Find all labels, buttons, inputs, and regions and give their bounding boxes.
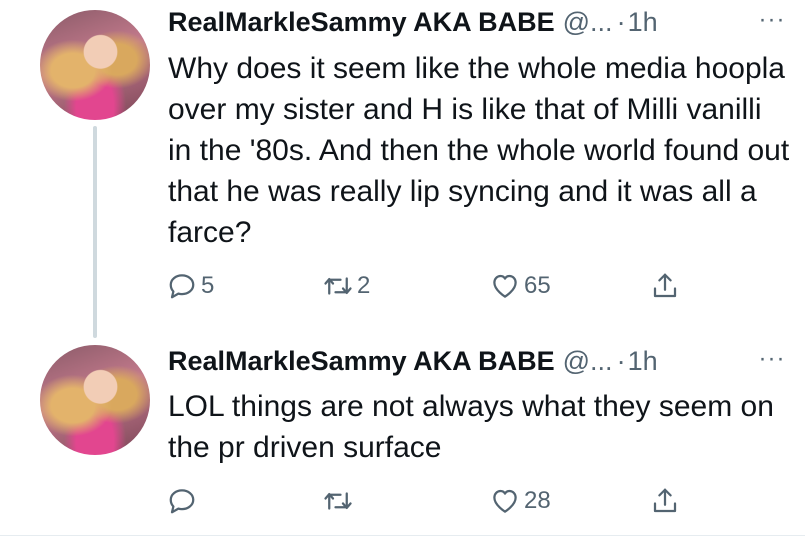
user-handle[interactable]: @... <box>563 346 613 377</box>
timestamp[interactable]: 1h <box>628 7 658 38</box>
retweet-button[interactable] <box>323 483 357 519</box>
more-options-icon[interactable]: ··· <box>752 341 792 377</box>
timestamp[interactable]: 1h <box>628 346 658 377</box>
share-button[interactable] <box>650 268 680 304</box>
tweet[interactable]: RealMarkleSammy AKA BABE @... · 1h ··· W… <box>0 0 805 345</box>
like-button[interactable]: 65 <box>490 268 551 304</box>
like-count: 28 <box>524 487 551 514</box>
retweet-icon <box>324 277 352 295</box>
tweet-header: RealMarkleSammy AKA BABE @... · 1h <box>168 4 658 40</box>
retweet-icon <box>324 492 352 510</box>
tweet-actions: 28 <box>165 483 725 519</box>
share-button[interactable] <box>650 483 680 519</box>
tweet-text: Why does it seem like the whole media ho… <box>168 52 790 249</box>
retweet-button[interactable]: 2 <box>323 268 370 304</box>
reply-icon <box>169 274 195 299</box>
tweet[interactable]: RealMarkleSammy AKA BABE @... · 1h ··· L… <box>0 345 805 535</box>
reply-button[interactable]: 5 <box>167 268 214 304</box>
reply-count: 5 <box>201 272 215 299</box>
reply-icon <box>169 489 195 514</box>
tweet-header: RealMarkleSammy AKA BABE @... · 1h <box>168 343 658 379</box>
user-handle[interactable]: @... <box>563 7 613 38</box>
display-name[interactable]: RealMarkleSammy AKA BABE <box>168 7 555 38</box>
like-button[interactable]: 28 <box>490 483 551 519</box>
share-icon <box>653 273 677 298</box>
tweet-text: LOL things are not always what they seem… <box>168 390 774 464</box>
like-count: 65 <box>524 272 551 299</box>
reply-button[interactable] <box>167 483 201 519</box>
tweet-actions: 5 2 65 <box>165 268 725 304</box>
display-name[interactable]: RealMarkleSammy AKA BABE <box>168 346 555 377</box>
separator-dot: · <box>616 6 626 37</box>
divider <box>0 535 805 536</box>
thread-connector-line <box>93 126 97 338</box>
share-icon <box>653 488 677 513</box>
avatar[interactable] <box>40 345 150 455</box>
avatar[interactable] <box>40 10 150 120</box>
retweet-count: 2 <box>357 272 371 299</box>
heart-icon <box>493 489 517 513</box>
separator-dot: · <box>616 345 626 376</box>
more-options-icon[interactable]: ··· <box>752 2 792 38</box>
heart-icon <box>493 274 517 298</box>
